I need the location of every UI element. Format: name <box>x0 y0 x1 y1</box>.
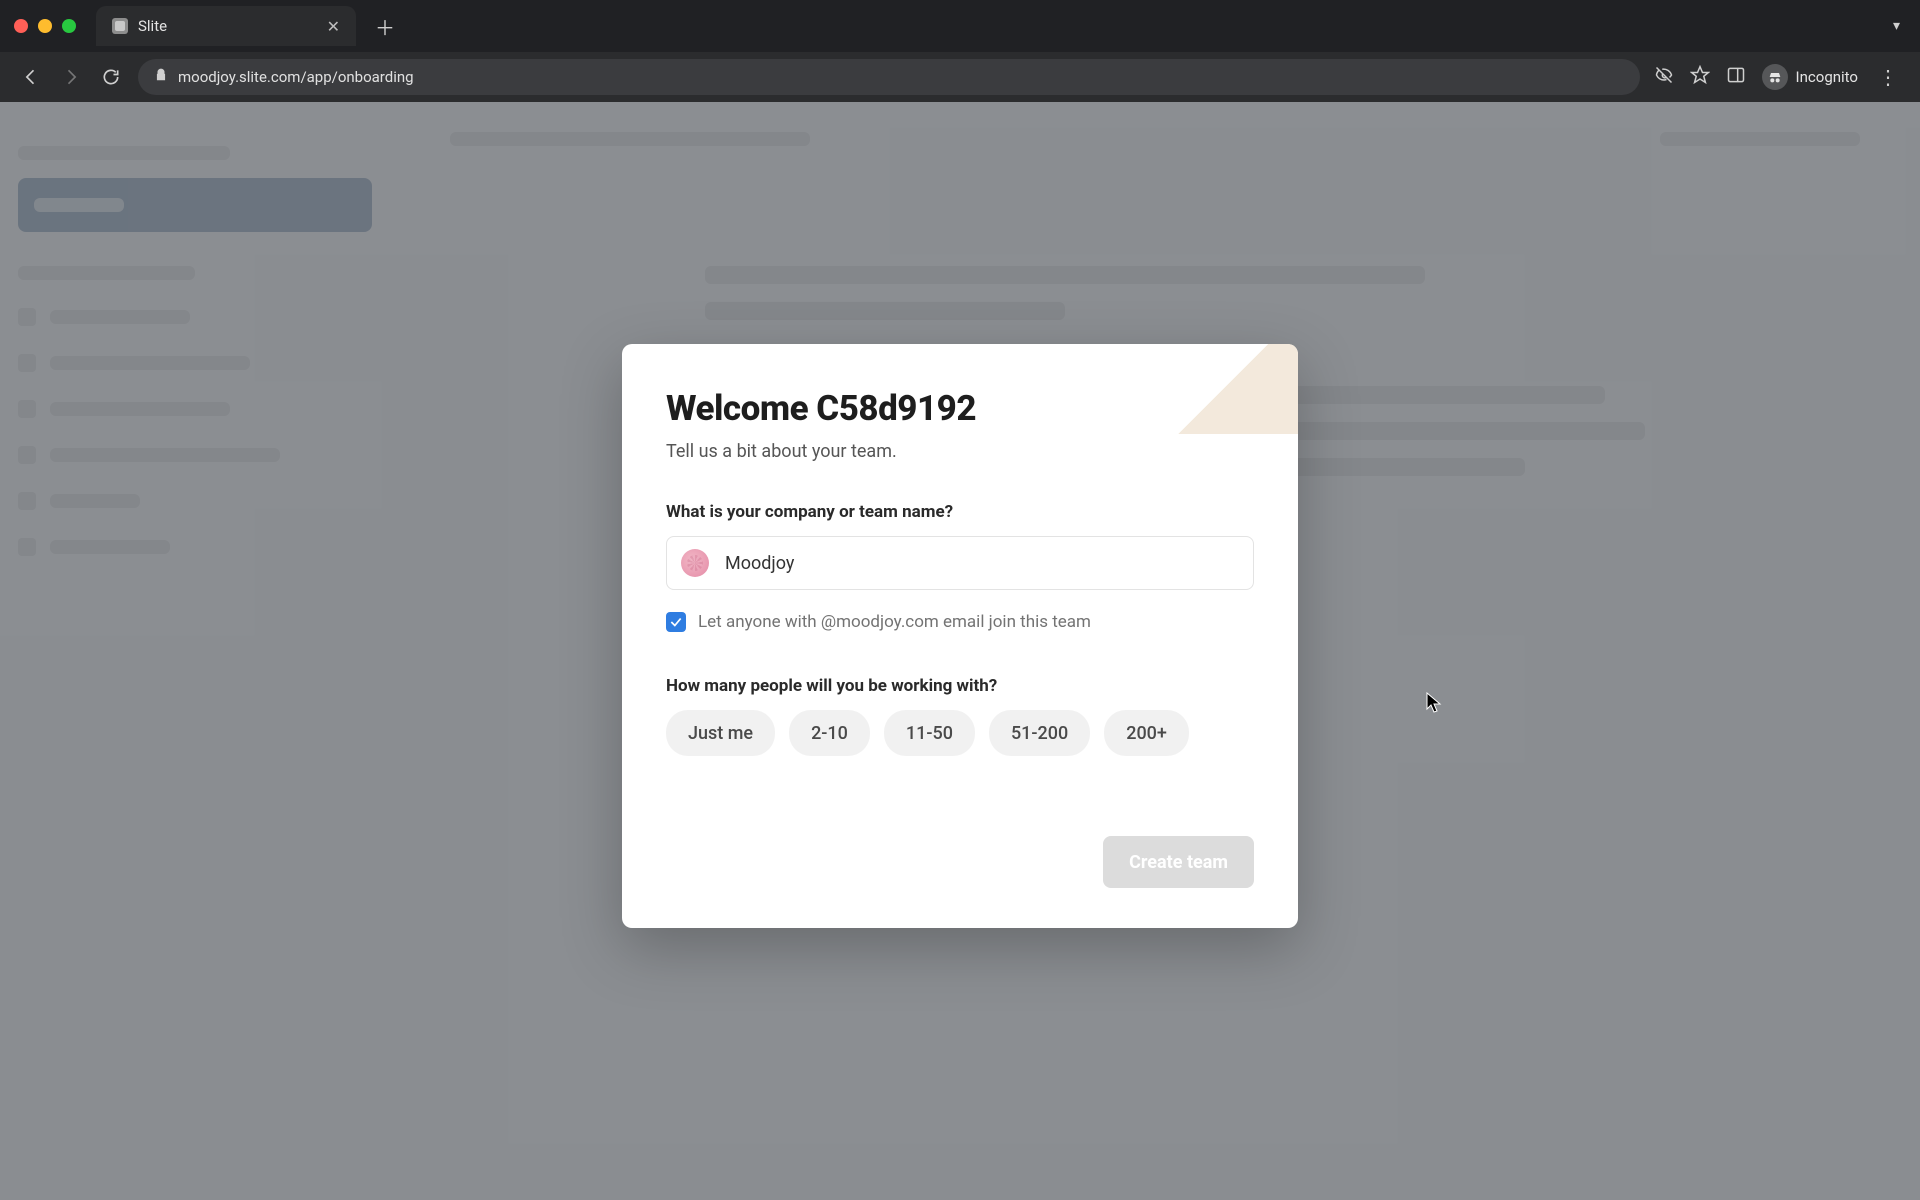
minimize-window-button[interactable] <box>38 19 52 33</box>
browser-toolbar: moodjoy.slite.com/app/onboarding Incogni… <box>0 52 1920 102</box>
page-viewport: Welcome C58d9192 Tell us a bit about you… <box>0 102 1920 1200</box>
team-size-option-11-50[interactable]: 11-50 <box>884 710 975 756</box>
tab-strip: Slite ✕ ＋ ▾ <box>0 0 1920 52</box>
tabs-dropdown-icon[interactable]: ▾ <box>1893 18 1900 34</box>
browser-chrome: Slite ✕ ＋ ▾ moodjoy.slite.com/app/onboar… <box>0 0 1920 102</box>
incognito-label: Incognito <box>1796 68 1858 86</box>
maximize-window-button[interactable] <box>62 19 76 33</box>
toolbar-right: Incognito ⋮ <box>1654 64 1902 90</box>
incognito-icon <box>1762 64 1788 90</box>
modal-overlay[interactable]: Welcome C58d9192 Tell us a bit about you… <box>0 102 1920 1200</box>
team-size-option-200plus[interactable]: 200+ <box>1104 710 1189 756</box>
close-window-button[interactable] <box>14 19 28 33</box>
browser-menu-button[interactable]: ⋮ <box>1874 65 1902 89</box>
close-tab-button[interactable]: ✕ <box>327 17 340 36</box>
team-size-options: Just me 2-10 11-50 51-200 200+ <box>666 710 1254 756</box>
star-icon[interactable] <box>1690 65 1710 89</box>
new-tab-button[interactable]: ＋ <box>370 11 400 41</box>
reload-button[interactable] <box>98 64 124 90</box>
window-controls <box>14 19 76 33</box>
incognito-indicator[interactable]: Incognito <box>1762 64 1858 90</box>
company-name-field[interactable] <box>666 536 1254 590</box>
allow-domain-text: Let anyone with @moodjoy.com email join … <box>698 612 1091 632</box>
panel-icon[interactable] <box>1726 65 1746 89</box>
browser-tab[interactable]: Slite ✕ <box>96 6 356 46</box>
forward-button[interactable] <box>58 64 84 90</box>
url-text: moodjoy.slite.com/app/onboarding <box>178 68 414 86</box>
address-bar[interactable]: moodjoy.slite.com/app/onboarding <box>138 59 1640 95</box>
allow-domain-row[interactable]: Let anyone with @moodjoy.com email join … <box>666 612 1254 632</box>
onboarding-modal: Welcome C58d9192 Tell us a bit about you… <box>622 344 1298 928</box>
team-size-option-just-me[interactable]: Just me <box>666 710 775 756</box>
company-name-input[interactable] <box>723 552 1239 575</box>
tab-favicon-icon <box>112 18 128 34</box>
lock-icon <box>154 68 168 86</box>
company-name-label: What is your company or team name? <box>666 502 1254 522</box>
back-button[interactable] <box>18 64 44 90</box>
team-size-option-51-200[interactable]: 51-200 <box>989 710 1090 756</box>
create-team-button[interactable]: Create team <box>1103 836 1254 888</box>
modal-corner-decoration <box>1158 344 1298 434</box>
team-avatar-icon[interactable] <box>681 549 709 577</box>
team-size-label: How many people will you be working with… <box>666 676 1254 696</box>
team-size-option-2-10[interactable]: 2-10 <box>789 710 870 756</box>
tab-title: Slite <box>138 17 167 35</box>
modal-subheading: Tell us a bit about your team. <box>666 441 1254 462</box>
eye-off-icon[interactable] <box>1654 65 1674 89</box>
allow-domain-checkbox[interactable] <box>666 612 686 632</box>
